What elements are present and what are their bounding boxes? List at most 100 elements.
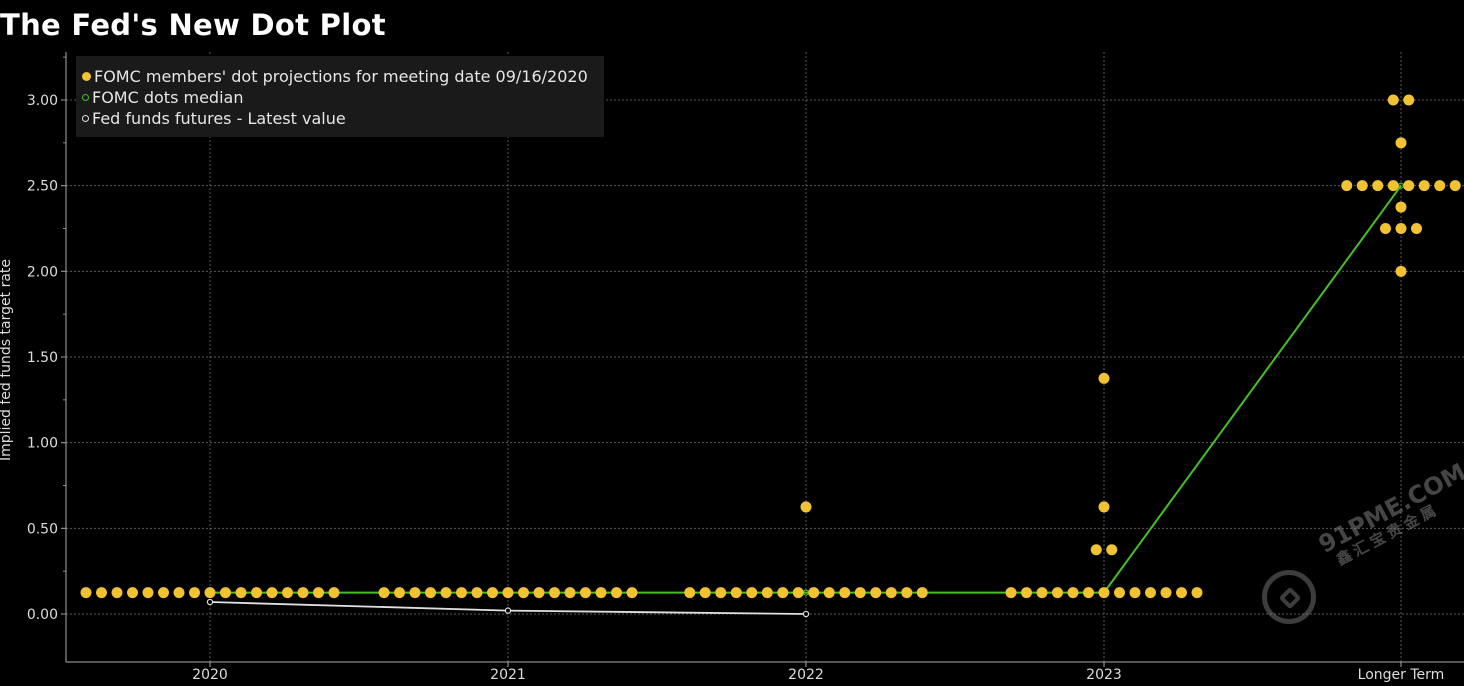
series-lines [206, 182, 1405, 618]
dot-projection [313, 587, 324, 599]
dot-projection [1341, 180, 1353, 192]
dot-projection [885, 587, 897, 599]
dot-projection [730, 587, 742, 599]
dot-projection [1145, 587, 1156, 599]
dot-projection [189, 587, 200, 599]
dot-projection [854, 587, 866, 599]
dot-projection [777, 587, 789, 599]
dot-projection [1021, 587, 1032, 599]
x-tick-label: 2023 [1086, 667, 1122, 683]
dot-projection [111, 587, 123, 599]
green-circle-icon [82, 93, 89, 101]
dot-projection [761, 587, 773, 599]
dot-projection [1387, 180, 1399, 192]
legend-label-dots: FOMC members' dot projections for meetin… [94, 66, 588, 86]
dot-projection [378, 587, 390, 599]
dot-projection [1372, 180, 1384, 192]
legend-label-futures: Fed funds futures - Latest value [92, 108, 346, 128]
dot-projection [80, 587, 92, 599]
dot-projection [1434, 180, 1446, 192]
dot-projection [746, 587, 758, 599]
dot-projection [901, 587, 913, 599]
dot-projection [916, 587, 928, 599]
dot-projection [1052, 587, 1063, 599]
x-tick-label: Longer Term [1358, 667, 1445, 683]
futures-point [504, 607, 512, 614]
futures-point [802, 610, 810, 618]
dot-projection [1106, 544, 1118, 556]
dot-projection [1036, 587, 1048, 599]
dot-projection [1387, 94, 1399, 106]
dot-projection [1356, 180, 1368, 192]
dot-projection [425, 587, 436, 599]
dot-projection [251, 587, 262, 599]
legend-item-dots: FOMC members' dot projections for meetin… [82, 66, 588, 86]
dot-projection [173, 587, 185, 599]
dot-projection [533, 587, 545, 599]
gridlines [66, 52, 1464, 662]
dot-projection [328, 587, 340, 599]
dot-projection [235, 587, 247, 599]
white-circle-icon [82, 114, 89, 122]
dot-projection [870, 587, 882, 599]
dot-projection [808, 587, 820, 599]
dot-projection [1395, 222, 1407, 234]
dot-projection [1090, 544, 1102, 556]
dot-projection [1395, 265, 1407, 277]
yellow-dot-icon [82, 71, 91, 81]
dot-projection [1395, 201, 1407, 213]
dot-projection [839, 587, 851, 599]
dot-projection [564, 587, 576, 599]
y-tick-label: 2.50 [27, 179, 58, 195]
dot-projections [80, 94, 1461, 599]
dot-projection [297, 587, 309, 599]
dot-projection [1191, 587, 1203, 599]
axes [61, 52, 1464, 667]
dot-projection [1395, 137, 1407, 149]
dot-projection [204, 587, 216, 599]
dot-projection [456, 587, 467, 599]
dot-projection [549, 587, 560, 599]
dot-projection [1067, 587, 1079, 599]
dot-projection [266, 587, 278, 599]
dot-projection [158, 587, 169, 599]
y-tick-label: 2.00 [27, 264, 58, 280]
dot-projection [1449, 180, 1461, 192]
dot-projection [715, 587, 727, 599]
dot-projection [823, 587, 835, 599]
y-tick-label: 1.00 [27, 436, 58, 452]
y-tick-label: 3.00 [27, 93, 58, 109]
legend-item-futures: Fed funds futures - Latest value [82, 108, 346, 128]
dot-projection [471, 587, 483, 599]
y-tick-label: 0.50 [27, 521, 58, 537]
dot-projection [1418, 180, 1430, 192]
dot-projection [282, 587, 293, 599]
dot-projection [1176, 587, 1187, 599]
legend-item-median: FOMC dots median [82, 87, 243, 107]
dot-projection [626, 587, 638, 599]
dot-projection [684, 587, 696, 599]
dot-projection [1129, 587, 1141, 599]
dot-projection [1114, 587, 1125, 599]
legend: FOMC members' dot projections for meetin… [76, 56, 604, 137]
dot-projection [127, 587, 138, 599]
dot-projection [1403, 94, 1415, 106]
dot-projection [699, 587, 711, 599]
dot-projection [220, 587, 231, 599]
dot-projection [440, 587, 452, 599]
dot-projection [1098, 501, 1110, 513]
x-tick-label: 2021 [490, 667, 526, 683]
dot-projection [1403, 180, 1415, 192]
x-tick-label: 2022 [788, 667, 824, 683]
dot-projection [1098, 372, 1110, 384]
dot-projection [394, 587, 405, 599]
x-tick-label: 2020 [192, 667, 228, 683]
dot-projection [580, 587, 591, 599]
y-tick-label: 1.50 [27, 350, 58, 366]
dot-projection [1380, 222, 1391, 234]
dot-projection [142, 587, 154, 599]
dot-projection [409, 587, 421, 599]
dot-projection [1083, 587, 1094, 599]
dot-projection [792, 587, 804, 599]
dot-projection [1160, 587, 1172, 599]
